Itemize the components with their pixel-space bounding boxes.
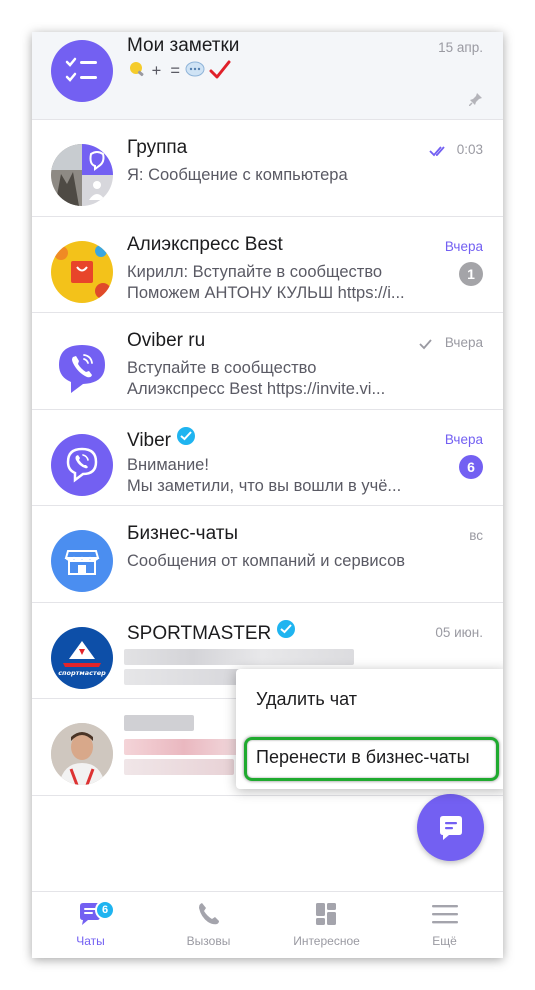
pin-icon xyxy=(469,93,482,106)
sportmaster-logo-text: спортмастер xyxy=(58,669,106,677)
nav-label: Интересное xyxy=(293,934,360,948)
chat-row-aliexpress[interactable]: Алиэкспресс Best Вчера 1 Кирилл: Вступай… xyxy=(32,216,503,313)
blurred-preview xyxy=(124,648,354,665)
calls-icon xyxy=(199,903,219,925)
notes-avatar xyxy=(51,40,113,102)
chat-name: Группа xyxy=(127,137,188,158)
chat-time: Вчера xyxy=(444,238,483,254)
chat-preview-line1: Вступайте в сообщество xyxy=(127,359,317,377)
chat-name: Алиэкспресс Best xyxy=(127,233,283,255)
blurred-name xyxy=(124,715,194,731)
chat-row-viber[interactable]: Viber Вчера 6 Внимание! Мы заметили, что… xyxy=(32,409,503,506)
delete-chat-menu-item[interactable]: Удалить чат xyxy=(256,689,357,710)
nav-tab-chats[interactable]: 6 Чаты xyxy=(32,892,149,958)
check-mark-emoji-icon xyxy=(209,60,231,79)
business-chats-avatar xyxy=(51,530,113,592)
contact-avatar xyxy=(51,723,113,785)
chat-name: Oviber ru xyxy=(127,330,206,351)
notes-icon xyxy=(65,57,97,82)
chat-time: 05 июн. xyxy=(435,624,483,640)
chat-row-oviber[interactable]: Oviber ru Вчера Вступайте в сообщество А… xyxy=(32,313,503,410)
chat-name: Бизнес-чаты xyxy=(127,523,239,544)
viber-avatar xyxy=(51,433,113,496)
oviber-avatar xyxy=(51,337,113,399)
chat-preview: Сообщения от компаний и сервисов xyxy=(127,552,406,570)
chat-name: Viber xyxy=(127,426,196,452)
nav-label: Ещё xyxy=(432,934,457,948)
chat-time: вс xyxy=(469,528,483,543)
chat-name: SPORTMASTER xyxy=(127,619,296,645)
chat-time: Вчера xyxy=(444,335,483,350)
chat-row-business[interactable]: Бизнес-чаты вс Сообщения от компаний и с… xyxy=(32,506,503,603)
chat-preview-line2: Мы заметили, что вы вошли в учё... xyxy=(127,476,402,495)
chat-preview: + = xyxy=(127,60,432,81)
nav-tab-explore[interactable]: Интересное xyxy=(268,892,385,958)
aliexpress-avatar xyxy=(51,240,113,303)
chat-preview-line1: Кирилл: Вступайте в сообщество xyxy=(127,262,383,281)
chat-preview-text: + = xyxy=(151,62,181,80)
double-check-icon xyxy=(429,146,445,157)
chat-context-menu: Удалить чат Перенести в бизнес-чаты xyxy=(236,669,503,789)
sportmaster-avatar: спортмастер xyxy=(51,626,113,689)
unread-badge: 6 xyxy=(459,454,483,479)
chat-name-text: SPORTMASTER xyxy=(127,622,272,644)
lightbulb-emoji-icon xyxy=(130,62,144,77)
chat-time: 0:03 xyxy=(456,142,483,157)
chat-row-notes[interactable]: Мои заметки 15 апр. + = xyxy=(32,32,503,120)
chat-preview-line2: Поможем АНТОНУ КУЛЬШ https://i... xyxy=(127,283,405,302)
verified-icon xyxy=(277,619,296,638)
storefront-icon xyxy=(64,550,100,575)
chat-preview: Я: Сообщение с компьютера xyxy=(127,166,348,184)
chat-preview-line2: Алиэкспресс Best https://invite.vi... xyxy=(127,380,386,398)
verified-icon xyxy=(177,426,196,445)
bottom-navigation: 6 Чаты Вызовы Интересное Ещё xyxy=(32,891,503,958)
move-to-business-chats-menu-item[interactable]: Перенести в бизнес-чаты xyxy=(256,747,470,768)
blurred-preview xyxy=(124,739,244,755)
speech-bubble-emoji-icon xyxy=(185,61,205,77)
unread-badge: 1 xyxy=(459,261,483,286)
nav-label: Вызовы xyxy=(186,934,231,948)
chat-name-text: Viber xyxy=(127,429,172,451)
explore-icon xyxy=(316,903,336,925)
blurred-preview xyxy=(124,759,234,775)
check-icon xyxy=(419,339,432,350)
compose-button[interactable] xyxy=(417,794,484,861)
nav-tab-calls[interactable]: Вызовы xyxy=(150,892,267,958)
compose-icon xyxy=(440,816,462,840)
chats-unread-badge: 6 xyxy=(95,900,115,920)
chat-name: Мои заметки xyxy=(127,35,240,56)
nav-tab-more[interactable]: Ещё xyxy=(386,892,503,958)
nav-label: Чаты xyxy=(76,934,105,948)
viber-chat-screen: Мои заметки 15 апр. + = Группа 0:03 Я: С… xyxy=(32,32,503,958)
chat-row-group[interactable]: Группа 0:03 Я: Сообщение с компьютера xyxy=(32,120,503,217)
chat-time: Вчера xyxy=(444,431,483,447)
chat-preview-line1: Внимание! xyxy=(127,455,209,474)
chat-time: 15 апр. xyxy=(438,40,483,55)
more-icon xyxy=(432,905,458,924)
group-avatar xyxy=(51,144,113,206)
